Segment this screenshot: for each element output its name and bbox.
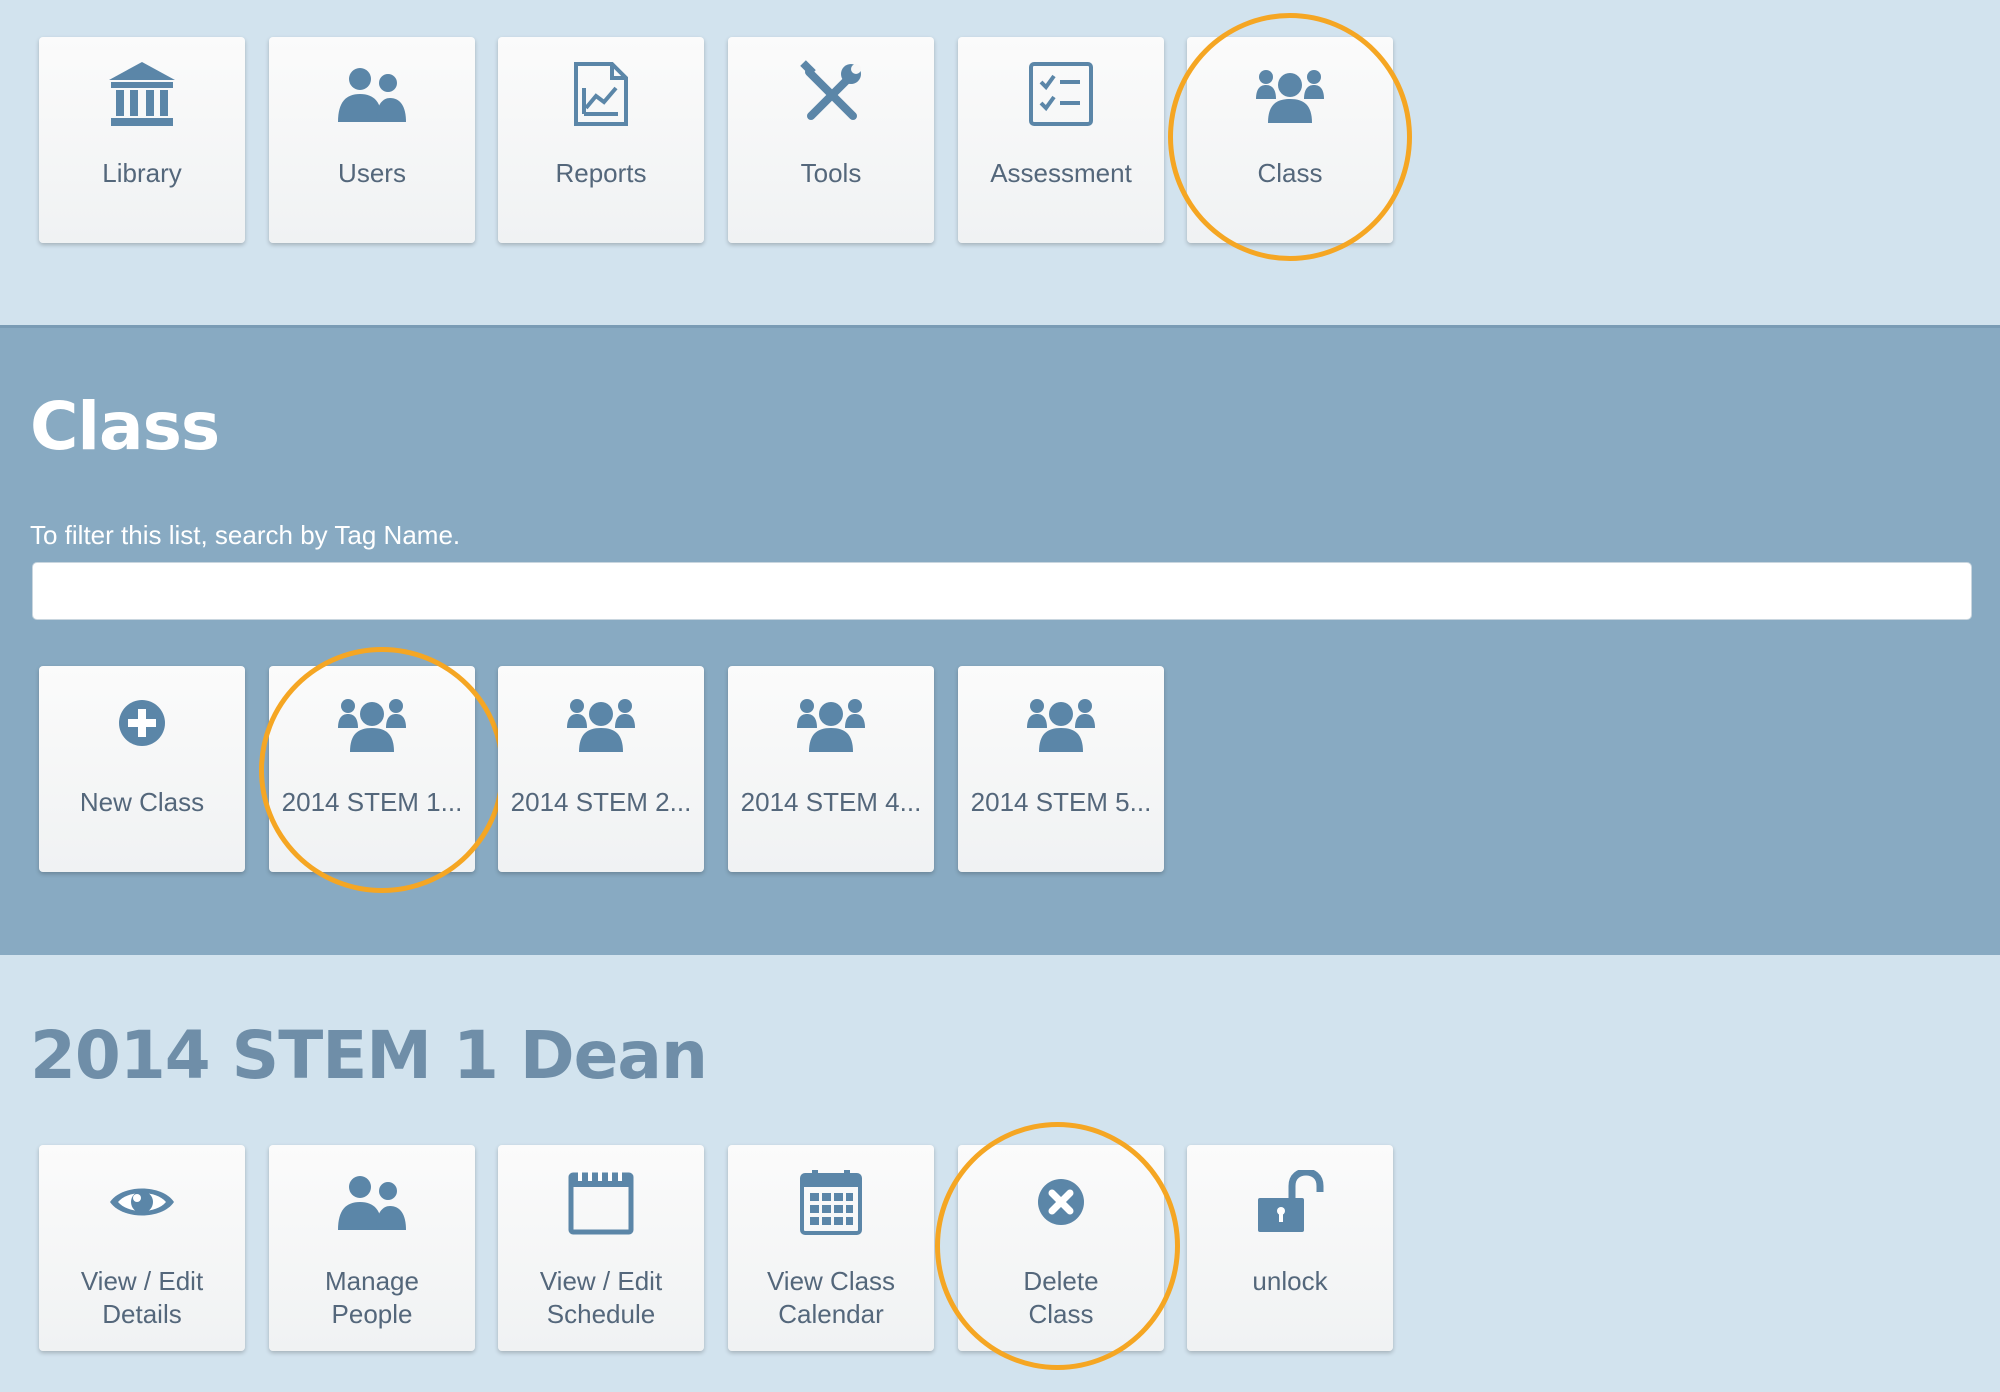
- menu-tile-label: Library: [102, 158, 182, 188]
- action-tile-label: View / Edit Details: [80, 1266, 204, 1329]
- group-icon: [498, 686, 704, 760]
- class-tile-stem-1[interactable]: 2014 STEM 1...: [269, 666, 475, 872]
- action-tile-label: View / Edit Schedule: [539, 1266, 663, 1329]
- menu-tile-users[interactable]: Users: [269, 37, 475, 243]
- notepad-icon: [498, 1165, 704, 1239]
- menu-tile-label: Class: [1257, 158, 1323, 188]
- group-icon: [269, 686, 475, 760]
- menu-tile-label: Users: [338, 158, 406, 188]
- class-detail-title: 2014 STEM 1 Dean: [30, 1017, 708, 1094]
- action-tile-label: View Class Calendar: [766, 1266, 896, 1329]
- class-tile-stem-4[interactable]: 2014 STEM 4...: [728, 666, 934, 872]
- calendar-icon: [728, 1165, 934, 1239]
- menu-tile-reports[interactable]: Reports: [498, 37, 704, 243]
- menu-tile-class[interactable]: Class: [1187, 37, 1393, 243]
- action-tile-label: Delete Class: [1023, 1266, 1099, 1329]
- class-tile-label: 2014 STEM 4...: [740, 787, 922, 817]
- view-edit-schedule-button[interactable]: View / Edit Schedule: [498, 1145, 704, 1351]
- class-section-title: Class: [30, 388, 220, 465]
- x-circle-icon: [958, 1165, 1164, 1239]
- plus-circle-icon: [39, 686, 245, 760]
- view-class-calendar-button[interactable]: View Class Calendar: [728, 1145, 934, 1351]
- class-tile-stem-2[interactable]: 2014 STEM 2...: [498, 666, 704, 872]
- class-tile-label: 2014 STEM 1...: [281, 787, 463, 817]
- unlock-icon: [1187, 1165, 1393, 1239]
- action-tile-label: unlock: [1252, 1266, 1328, 1296]
- class-icon: [1187, 57, 1393, 131]
- delete-class-button[interactable]: Delete Class: [958, 1145, 1164, 1351]
- group-icon: [958, 686, 1164, 760]
- users-icon: [269, 1165, 475, 1239]
- menu-tile-library[interactable]: Library: [39, 37, 245, 243]
- menu-tile-label: Tools: [800, 158, 862, 188]
- class-tile-label: 2014 STEM 2...: [510, 787, 692, 817]
- class-tile-stem-5[interactable]: 2014 STEM 5...: [958, 666, 1164, 872]
- menu-tile-label: Assessment: [990, 158, 1132, 188]
- menu-tile-tools[interactable]: Tools: [728, 37, 934, 243]
- class-tile-label: New Class: [79, 787, 205, 817]
- filter-hint: To filter this list, search by Tag Name.: [30, 520, 461, 550]
- users-icon: [269, 57, 475, 131]
- assessment-icon: [958, 57, 1164, 131]
- action-tile-label: Manage People: [325, 1266, 419, 1329]
- manage-people-button[interactable]: Manage People: [269, 1145, 475, 1351]
- reports-icon: [498, 57, 704, 131]
- tag-filter-input[interactable]: [32, 562, 1972, 620]
- menu-tile-assessment[interactable]: Assessment: [958, 37, 1164, 243]
- unlock-button[interactable]: unlock: [1187, 1145, 1393, 1351]
- tools-icon: [728, 57, 934, 131]
- class-tile-label: 2014 STEM 5...: [970, 787, 1152, 817]
- eye-icon: [39, 1165, 245, 1239]
- group-icon: [728, 686, 934, 760]
- new-class-button[interactable]: New Class: [39, 666, 245, 872]
- menu-tile-label: Reports: [555, 158, 647, 188]
- view-edit-details-button[interactable]: View / Edit Details: [39, 1145, 245, 1351]
- library-icon: [39, 57, 245, 131]
